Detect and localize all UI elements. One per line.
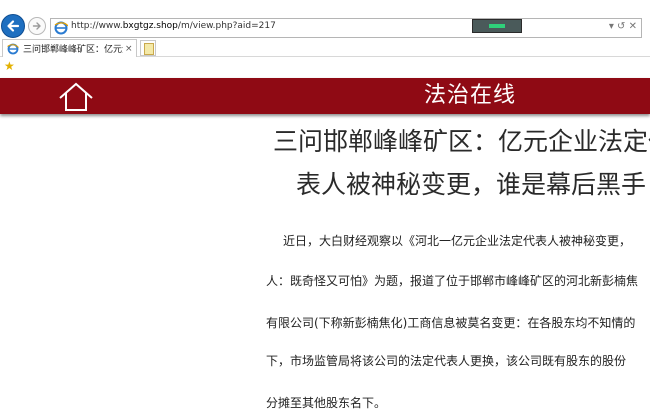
back-arrow-icon: [7, 20, 20, 32]
address-tools[interactable]: ▾ ↺ ✕: [609, 21, 637, 32]
tab-strip: 三问邯郸峰峰矿区：亿元企... ×: [0, 39, 650, 57]
navigation-bar: http://www.bxgtgz.shop/m/view.php?aid=21…: [0, 12, 650, 42]
home-icon[interactable]: [56, 81, 96, 112]
star-icon[interactable]: ★: [4, 59, 15, 73]
forward-arrow-icon: [32, 22, 41, 30]
address-bar[interactable]: http://www.bxgtgz.shop/m/view.php?aid=21…: [50, 18, 642, 38]
ie-tab-icon: [7, 43, 19, 54]
extension-thumbnail[interactable]: [472, 19, 522, 33]
article-paragraph-line: 有限公司(下称新彭楠焦化)工商信息被莫名变更：在各股东均不知情的: [266, 316, 636, 330]
article-title-line: 三问邯郸峰峰矿区：亿元企业法定代: [273, 127, 650, 156]
url-host: bxgtgz.shop: [122, 21, 178, 31]
article-paragraph-line: 近日，大白财经观察以《河北一亿元企业法定代表人被神秘变更，: [283, 234, 632, 248]
article-paragraph-line: 人：既奇怪又可怕》为题，报道了位于邯郸市峰峰矿区的河北新彭楠焦: [266, 274, 639, 288]
site-title: 法治在线: [424, 83, 517, 108]
favorites-bar: ★: [0, 58, 650, 76]
browser-chrome: http://www.bxgtgz.shop/m/view.php?aid=21…: [0, 0, 650, 77]
url-prefix: http://www.: [71, 21, 123, 31]
new-tab-button[interactable]: [140, 40, 156, 56]
site-header: 法治在线: [0, 78, 650, 114]
url-text[interactable]: http://www.bxgtgz.shop/m/view.php?aid=21…: [71, 21, 276, 31]
tab-close-icon[interactable]: ×: [125, 44, 133, 54]
url-path: /m/view.php?aid=217: [177, 21, 276, 31]
article-title-line: 表人被神秘变更，谁是幕后黑手: [296, 170, 647, 199]
forward-button[interactable]: [28, 17, 46, 35]
ie-page-icon: [54, 21, 68, 35]
article-paragraph-line: 分摊至其他股东名下。: [266, 396, 387, 410]
article-paragraph-line: 下，市场监管局将该公司的法定代表人更换，该公司既有股东的股份: [266, 354, 627, 368]
tab-title: 三问邯郸峰峰矿区：亿元企...: [23, 45, 123, 55]
tab-article[interactable]: 三问邯郸峰峰矿区：亿元企... ×: [2, 39, 137, 57]
back-button[interactable]: [1, 14, 25, 38]
